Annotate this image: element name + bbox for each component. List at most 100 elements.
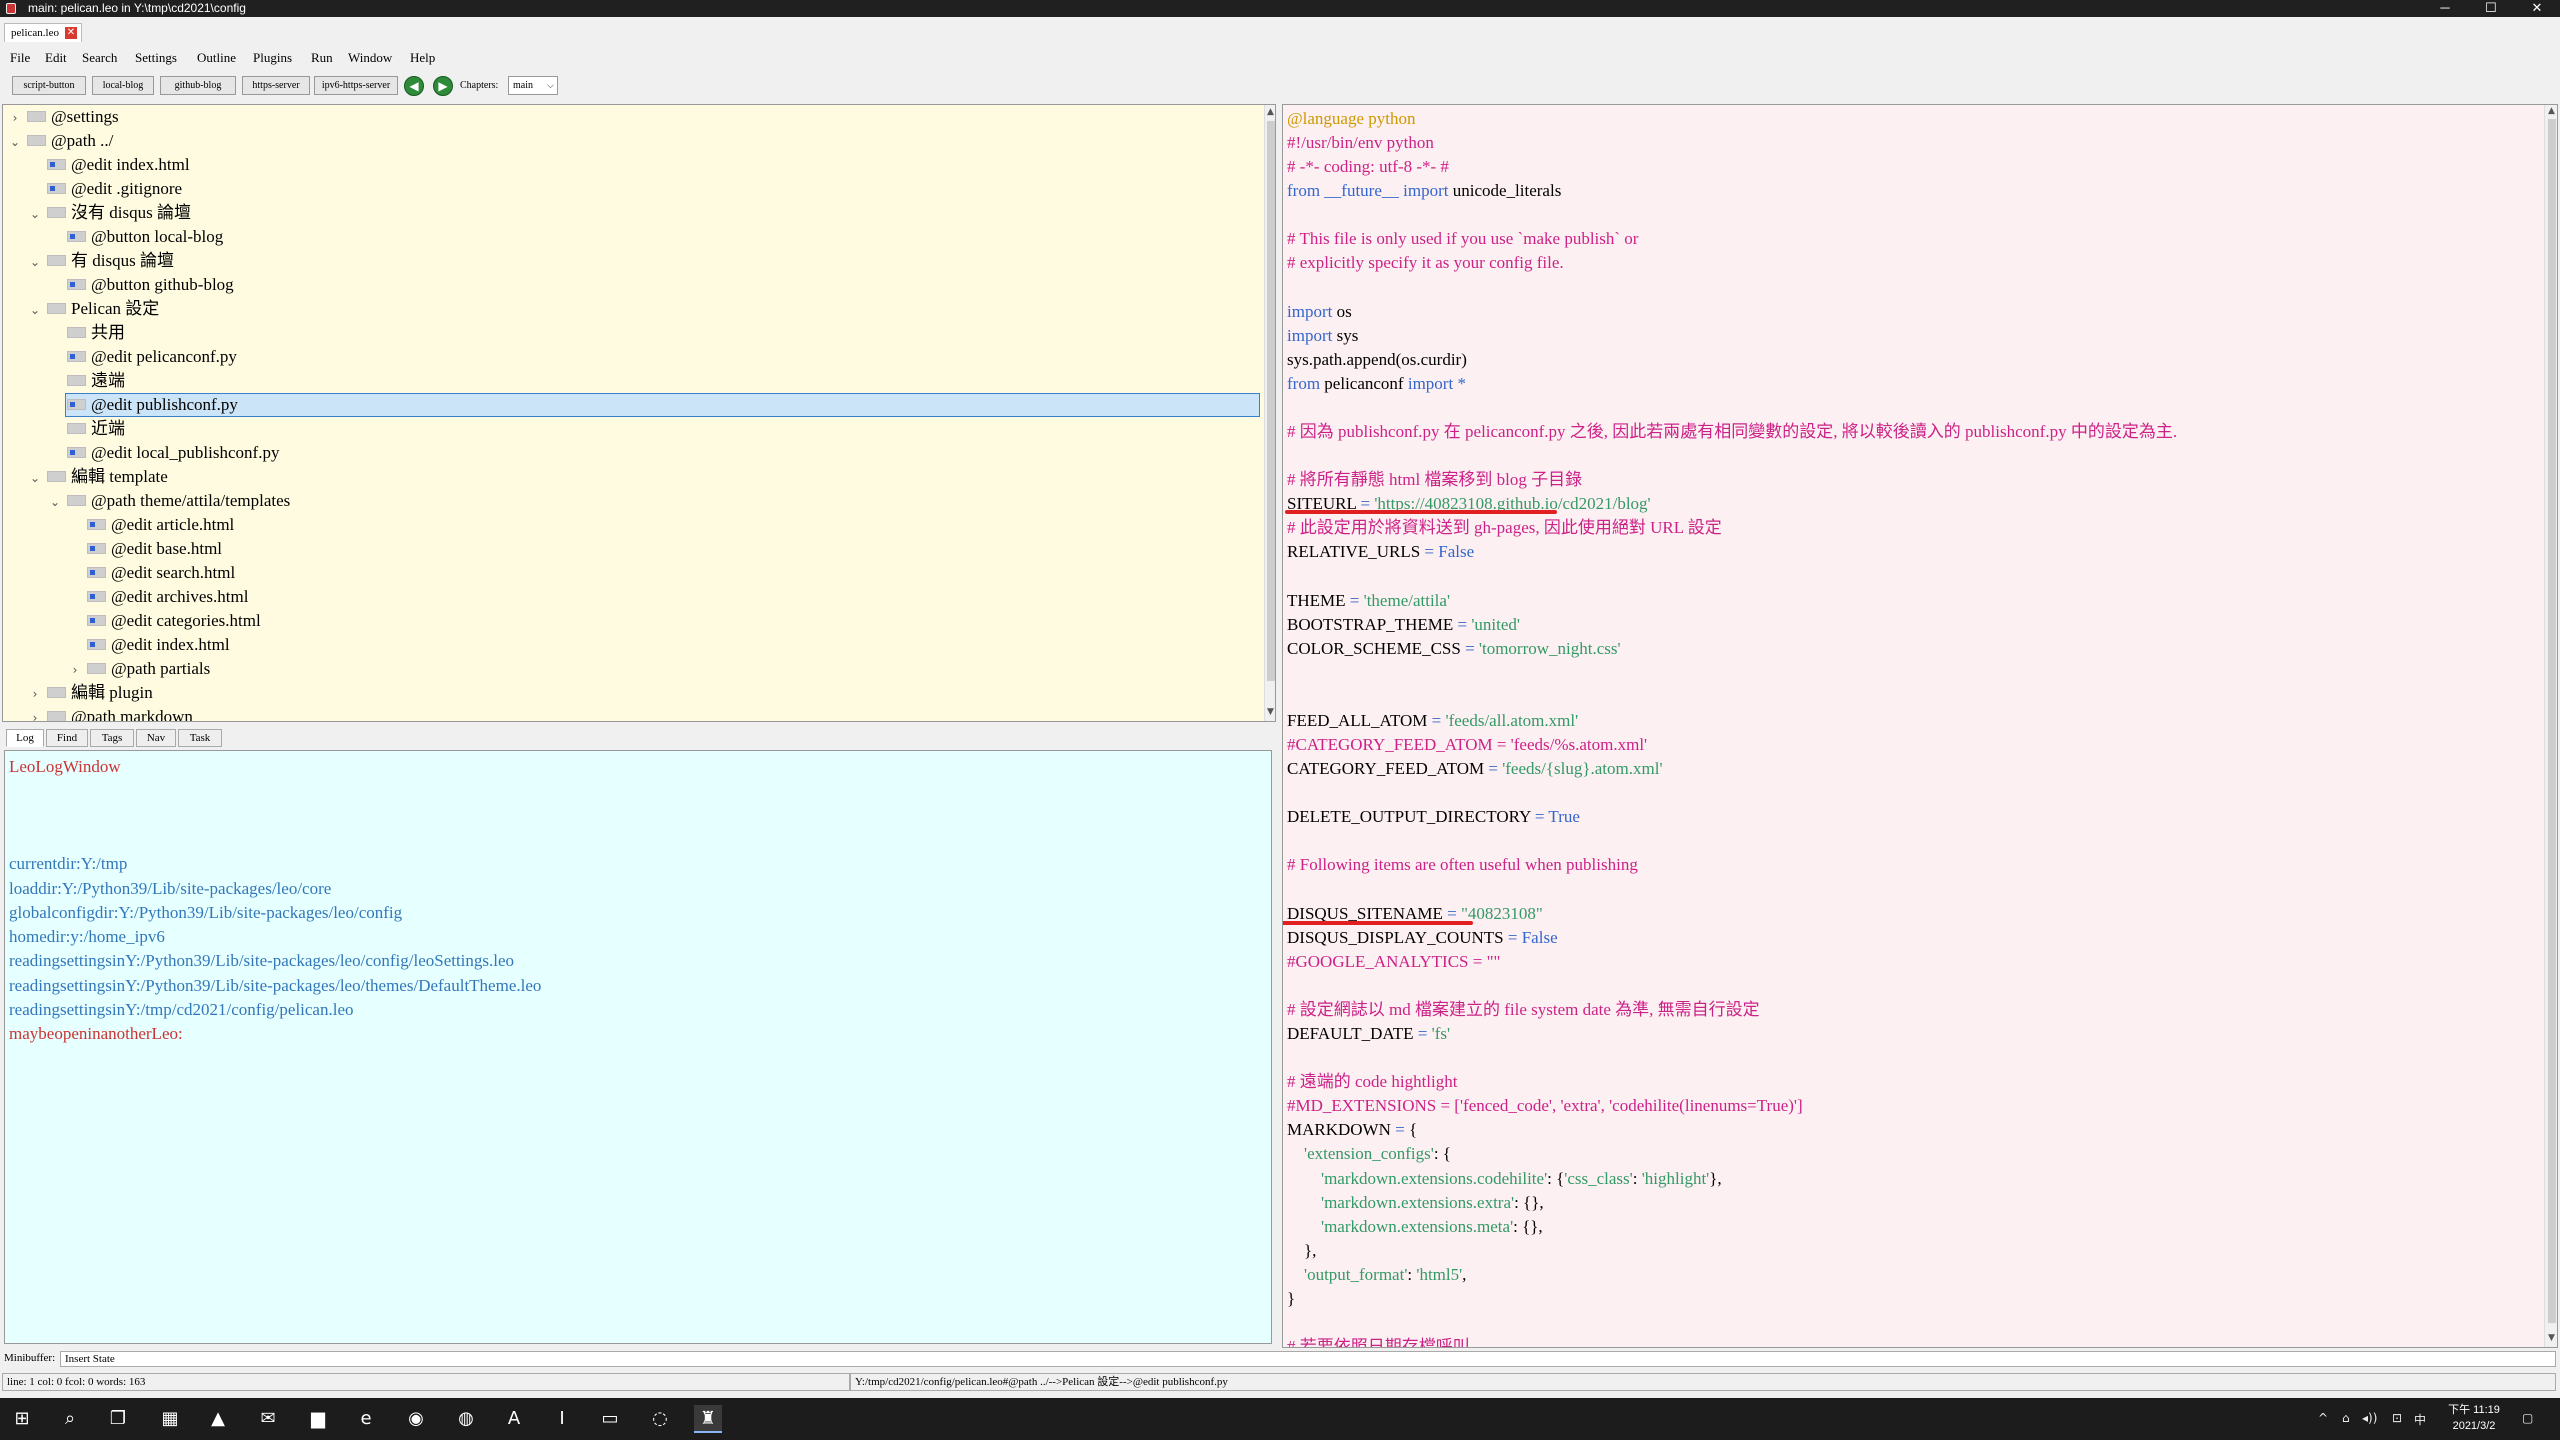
- code-line: #CATEGORY_FEED_ATOM = 'feeds/%s.atom.xml…: [1287, 733, 1647, 757]
- expand-arrow-icon[interactable]: ⌄: [27, 466, 43, 490]
- file-explorer-icon[interactable]: ▆: [304, 1405, 332, 1433]
- outline-node[interactable]: ⌄ 沒有 disqus 論壇: [27, 201, 191, 225]
- outline-node[interactable]: @edit publishconf.py: [47, 393, 238, 417]
- line-icon[interactable]: ◍: [452, 1405, 480, 1433]
- leo-editor-icon[interactable]: ♜: [694, 1405, 722, 1433]
- outline-node[interactable]: @edit base.html: [67, 537, 222, 561]
- outline-node[interactable]: @edit categories.html: [67, 609, 261, 633]
- outline-scrollbar[interactable]: ▲ ▼: [1264, 105, 1275, 721]
- outline-node[interactable]: › @path partials: [67, 657, 211, 682]
- display-icon[interactable]: ⊡: [2392, 1411, 2402, 1425]
- close-tab-icon[interactable]: ✕: [64, 27, 77, 39]
- terminal-icon[interactable]: ▭: [596, 1405, 624, 1433]
- ilovepdf-icon[interactable]: I: [548, 1405, 576, 1433]
- close-window-button[interactable]: ✕: [2514, 0, 2560, 17]
- expand-arrow-icon[interactable]: ⌄: [7, 130, 23, 154]
- tab-nav[interactable]: Nav: [136, 729, 176, 747]
- outline-pane[interactable]: › @settings ⌄ @path ../ @edit index.html @edi…: [2, 104, 1276, 722]
- input-method-icon[interactable]: 中: [2414, 1411, 2426, 1428]
- collapse-arrow-icon[interactable]: ›: [27, 706, 43, 721]
- network-icon[interactable]: ⌂: [2342, 1411, 2350, 1425]
- menu-outline[interactable]: Outline: [197, 50, 236, 66]
- volume-icon[interactable]: ◂)): [2362, 1411, 2377, 1425]
- outline-node[interactable]: › @settings: [7, 105, 119, 129]
- menu-window[interactable]: Window: [348, 50, 392, 66]
- outline-node[interactable]: @button local-blog: [47, 225, 223, 249]
- outline-node[interactable]: @button github-blog: [47, 273, 234, 297]
- tab-task[interactable]: Task: [178, 729, 222, 747]
- menu-settings[interactable]: Settings: [135, 50, 177, 66]
- outline-node[interactable]: @edit search.html: [67, 561, 235, 585]
- outline-node[interactable]: @edit pelicanconf.py: [47, 345, 237, 369]
- search-icon[interactable]: ⌕: [56, 1405, 84, 1433]
- ipv6-https-server-button[interactable]: ipv6-https-server: [314, 76, 398, 95]
- document-tab-pelican[interactable]: pelican.leo ✕: [4, 23, 82, 42]
- outline-node[interactable]: @edit archives.html: [67, 585, 248, 609]
- outline-node[interactable]: ⌄ 編輯 template: [27, 465, 168, 489]
- minimize-button[interactable]: ─: [2422, 0, 2468, 17]
- script-button[interactable]: script-button: [12, 76, 86, 95]
- chapters-selected-value: main: [513, 80, 533, 91]
- chrome-icon[interactable]: ◉: [402, 1405, 430, 1433]
- menu-search[interactable]: Search: [82, 50, 117, 66]
- menu-plugins[interactable]: Plugins: [253, 50, 292, 66]
- disc-icon[interactable]: ◌: [646, 1405, 674, 1433]
- github-blog-button[interactable]: github-blog: [160, 76, 236, 95]
- collapse-arrow-icon[interactable]: ›: [67, 658, 83, 682]
- tab-tags[interactable]: Tags: [90, 729, 134, 747]
- menu-file[interactable]: File: [10, 50, 30, 66]
- scroll-up-icon[interactable]: ▲: [1267, 107, 1274, 117]
- back-arrow-icon[interactable]: ◀: [404, 76, 424, 96]
- expand-arrow-icon[interactable]: ⌄: [27, 250, 43, 274]
- outline-node[interactable]: 共用: [47, 321, 125, 345]
- minibuffer-input[interactable]: Insert State: [60, 1351, 2556, 1367]
- menu-edit[interactable]: Edit: [45, 50, 67, 66]
- notification-icon[interactable]: ▢: [2522, 1411, 2533, 1425]
- outline-node[interactable]: › 編輯 plugin: [27, 681, 153, 705]
- outline-node[interactable]: 近端: [47, 417, 125, 441]
- outline-node[interactable]: ⌄ @path ../: [7, 129, 113, 153]
- scroll-down-icon[interactable]: ▼: [1267, 707, 1274, 717]
- https-server-button[interactable]: https-server: [242, 76, 310, 95]
- expand-arrow-icon[interactable]: ⌄: [27, 298, 43, 322]
- outline-node[interactable]: ⌄ 有 disqus 論壇: [27, 249, 174, 273]
- outline-node[interactable]: 遠端: [47, 369, 125, 393]
- start-icon[interactable]: ⊞: [8, 1405, 36, 1433]
- code-token: :: [1632, 1168, 1642, 1188]
- outline-node[interactable]: @edit local_publishconf.py: [47, 441, 279, 465]
- chapters-select[interactable]: main ⌵: [508, 76, 558, 95]
- forward-arrow-icon[interactable]: ▶: [433, 76, 453, 96]
- body-scrollbar-thumb[interactable]: [2548, 119, 2556, 1323]
- expand-arrow-icon[interactable]: ⌄: [27, 202, 43, 226]
- outline-node[interactable]: @edit index.html: [27, 153, 190, 177]
- outline-node[interactable]: @edit article.html: [67, 513, 234, 537]
- outline-node[interactable]: ⌄ Pelican 設定: [27, 297, 159, 321]
- body-editor[interactable]: @language python #!/usr/bin/env python # -…: [1282, 104, 2558, 1348]
- outline-node[interactable]: › @path markdown: [27, 705, 193, 721]
- maximize-button[interactable]: ☐: [2468, 0, 2514, 17]
- task-view-icon[interactable]: ❐: [104, 1405, 132, 1433]
- scroll-down-icon[interactable]: ▼: [2548, 1333, 2555, 1343]
- tab-log[interactable]: Log: [6, 729, 44, 747]
- edge-icon[interactable]: e: [352, 1405, 380, 1433]
- collapse-arrow-icon[interactable]: ›: [27, 682, 43, 706]
- mail-icon[interactable]: ✉: [254, 1405, 282, 1433]
- system-clock[interactable]: 下午 11:19 2021/3/2: [2436, 1402, 2512, 1434]
- body-scrollbar[interactable]: ▲ ▼: [2544, 105, 2557, 1347]
- outline-node[interactable]: @edit .gitignore: [27, 177, 182, 201]
- outline-node[interactable]: @edit index.html: [67, 633, 230, 657]
- outline-node[interactable]: ⌄ @path theme/attila/templates: [47, 489, 290, 513]
- log-pane[interactable]: LeoLogWindow currentdir:Y:/tmp loaddir:Y:/…: [4, 750, 1272, 1344]
- collapse-arrow-icon[interactable]: ›: [7, 106, 23, 130]
- tab-find[interactable]: Find: [46, 729, 88, 747]
- menu-help[interactable]: Help: [410, 50, 435, 66]
- tray-overflow-icon[interactable]: ^: [2318, 1411, 2328, 1425]
- expand-arrow-icon[interactable]: ⌄: [47, 490, 63, 514]
- store-icon[interactable]: ▦: [156, 1405, 184, 1433]
- azure-icon[interactable]: ▲: [204, 1405, 232, 1433]
- local-blog-button[interactable]: local-blog: [92, 76, 154, 95]
- acrobat-icon[interactable]: A: [500, 1405, 528, 1433]
- outline-scrollbar-thumb[interactable]: [1267, 121, 1275, 681]
- menu-run[interactable]: Run: [311, 50, 333, 66]
- scroll-up-icon[interactable]: ▲: [2548, 106, 2555, 116]
